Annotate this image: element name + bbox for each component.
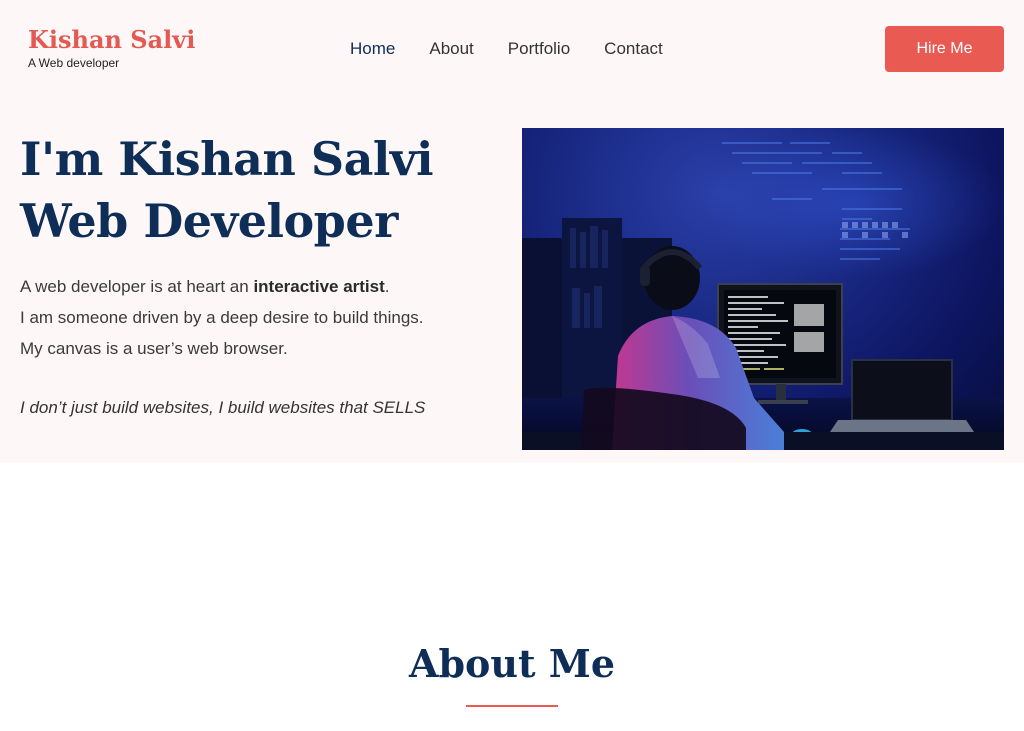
hero-description: A web developer is at heart an interacti…	[20, 271, 490, 364]
hero-line-1-bold: interactive artist	[253, 277, 385, 296]
nav-item-contact[interactable]: Contact	[604, 38, 663, 60]
hero-quote: I don’t just build websites, I build web…	[20, 398, 426, 417]
nav-item-home[interactable]: Home	[350, 38, 395, 60]
hero-line-1-prefix: A web developer is at heart an	[20, 277, 254, 296]
hero-line-3: My canvas is a user’s web browser.	[20, 339, 288, 358]
hero-title: I'm Kishan Salvi Web Developer	[20, 128, 434, 252]
brand-name[interactable]: Kishan Salvi	[28, 26, 195, 54]
hire-me-button[interactable]: Hire Me	[885, 26, 1004, 72]
hero-image	[522, 128, 1004, 450]
main-nav: Home About Portfolio Contact	[350, 38, 663, 60]
brand-tagline: A Web developer	[28, 56, 120, 70]
hero-line-1: A web developer is at heart an interacti…	[20, 271, 490, 302]
about-title-underline	[466, 705, 558, 707]
hero-line-1-suffix: .	[384, 277, 390, 296]
about-section-title: About Me	[408, 641, 616, 686]
nav-item-about[interactable]: About	[429, 38, 473, 60]
nav-item-portfolio[interactable]: Portfolio	[508, 38, 570, 60]
hero-title-name: I'm Kishan Salvi	[20, 132, 434, 186]
developer-at-computer-illustration	[522, 128, 1004, 450]
brand[interactable]: Kishan Salvi A Web developer	[28, 26, 195, 71]
hero-title-role: Web Developer	[20, 194, 398, 248]
hero-line-2: I am someone driven by a deep desire to …	[20, 308, 424, 327]
